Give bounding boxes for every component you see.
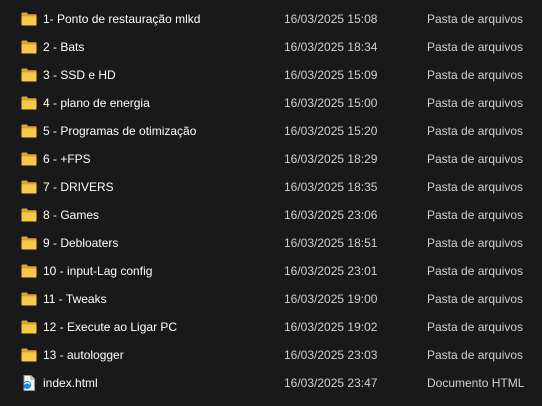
list-item[interactable]: index.html 16/03/2025 23:47 Documento HTML: [0, 369, 542, 397]
folder-icon: [21, 152, 37, 166]
file-icon-cell: [21, 33, 39, 61]
file-icon-cell: [21, 173, 39, 201]
item-date-modified: 16/03/2025 15:20: [284, 124, 378, 138]
folder-icon: [21, 124, 37, 138]
item-date-modified: 16/03/2025 15:00: [284, 96, 378, 110]
folder-icon: [21, 208, 37, 222]
file-icon-cell: [21, 201, 39, 229]
item-name[interactable]: 9 - Debloaters: [43, 229, 275, 257]
list-item[interactable]: 10 - input-Lag config 16/03/2025 23:01 Pas…: [0, 257, 542, 285]
list-item[interactable]: 5 - Programas de otimização 16/03/2025 15…: [0, 117, 542, 145]
folder-icon: [21, 12, 37, 26]
item-type: Pasta de arquivos: [427, 40, 524, 54]
list-item[interactable]: 8 - Games 16/03/2025 23:06 Pasta de arquiv…: [0, 201, 542, 229]
folder-icon: [21, 180, 37, 194]
list-item[interactable]: 4 - plano de energia 16/03/2025 15:00 Past…: [0, 89, 542, 117]
item-name[interactable]: 12 - Execute ao Ligar PC: [43, 313, 275, 341]
file-icon-cell: [21, 145, 39, 173]
item-type: Pasta de arquivos: [427, 12, 524, 26]
file-icon-cell: [21, 341, 39, 369]
item-name[interactable]: 11 - Tweaks: [43, 285, 275, 313]
item-type: Pasta de arquivos: [427, 152, 524, 166]
folder-icon: [21, 236, 37, 250]
item-name[interactable]: 1- Ponto de restauração mlkd: [43, 5, 275, 33]
item-date-modified: 16/03/2025 23:06: [284, 208, 378, 222]
list-item[interactable]: 2 - Bats 16/03/2025 18:34 Pasta de arquivo…: [0, 33, 542, 61]
item-name[interactable]: 4 - plano de energia: [43, 89, 275, 117]
file-icon-cell: [21, 229, 39, 257]
item-type: Pasta de arquivos: [427, 320, 524, 334]
file-icon-cell: [21, 61, 39, 89]
folder-icon: [21, 68, 37, 82]
item-type: Pasta de arquivos: [427, 292, 524, 306]
item-type: Pasta de arquivos: [427, 348, 524, 362]
folder-icon: [21, 40, 37, 54]
item-date-modified: 16/03/2025 19:00: [284, 292, 378, 306]
file-icon-cell: [21, 369, 39, 397]
folder-icon: [21, 264, 37, 278]
item-type: Pasta de arquivos: [427, 236, 524, 250]
file-icon-cell: [21, 117, 39, 145]
list-item[interactable]: 13 - autologger 16/03/2025 23:03 Pasta de …: [0, 341, 542, 369]
item-date-modified: 16/03/2025 18:35: [284, 180, 378, 194]
folder-icon: [21, 348, 37, 362]
file-icon-cell: [21, 313, 39, 341]
folder-icon: [21, 292, 37, 306]
item-date-modified: 16/03/2025 18:34: [284, 40, 378, 54]
file-icon-cell: [21, 257, 39, 285]
list-item[interactable]: 11 - Tweaks 16/03/2025 19:00 Pasta de arqu…: [0, 285, 542, 313]
item-name[interactable]: 5 - Programas de otimização: [43, 117, 275, 145]
file-icon-cell: [21, 285, 39, 313]
item-date-modified: 16/03/2025 23:01: [284, 264, 378, 278]
file-icon-cell: [21, 5, 39, 33]
list-item[interactable]: 3 - SSD e HD 16/03/2025 15:09 Pasta de arq…: [0, 61, 542, 89]
item-date-modified: 16/03/2025 23:47: [284, 376, 378, 390]
file-icon-cell: [21, 89, 39, 117]
item-date-modified: 16/03/2025 15:08: [284, 12, 378, 26]
item-name[interactable]: 7 - DRIVERS: [43, 173, 275, 201]
item-date-modified: 16/03/2025 15:09: [284, 68, 378, 82]
item-date-modified: 16/03/2025 19:02: [284, 320, 378, 334]
item-type: Pasta de arquivos: [427, 264, 524, 278]
item-name[interactable]: 3 - SSD e HD: [43, 61, 275, 89]
item-name[interactable]: 10 - input-Lag config: [43, 257, 275, 285]
item-date-modified: 16/03/2025 18:51: [284, 236, 378, 250]
html-file-icon: [21, 375, 37, 391]
list-item[interactable]: 6 - +FPS 16/03/2025 18:29 Pasta de arquivo…: [0, 145, 542, 173]
file-list: 1- Ponto de restauração mlkd 16/03/2025 1…: [0, 0, 542, 406]
item-name[interactable]: index.html: [43, 369, 275, 397]
folder-icon: [21, 96, 37, 110]
item-type: Pasta de arquivos: [427, 208, 524, 222]
list-item[interactable]: 9 - Debloaters 16/03/2025 18:51 Pasta de a…: [0, 229, 542, 257]
item-name[interactable]: 2 - Bats: [43, 33, 275, 61]
item-name[interactable]: 13 - autologger: [43, 341, 275, 369]
item-type: Pasta de arquivos: [427, 124, 524, 138]
list-item[interactable]: 12 - Execute ao Ligar PC 16/03/2025 19:02…: [0, 313, 542, 341]
list-item[interactable]: 1- Ponto de restauração mlkd 16/03/2025 1…: [0, 5, 542, 33]
item-type: Pasta de arquivos: [427, 96, 524, 110]
folder-icon: [21, 320, 37, 334]
item-type: Documento HTML: [427, 376, 525, 390]
item-date-modified: 16/03/2025 23:03: [284, 348, 378, 362]
list-item[interactable]: 7 - DRIVERS 16/03/2025 18:35 Pasta de arqu…: [0, 173, 542, 201]
item-date-modified: 16/03/2025 18:29: [284, 152, 378, 166]
item-name[interactable]: 6 - +FPS: [43, 145, 275, 173]
item-type: Pasta de arquivos: [427, 180, 524, 194]
item-name[interactable]: 8 - Games: [43, 201, 275, 229]
item-type: Pasta de arquivos: [427, 68, 524, 82]
